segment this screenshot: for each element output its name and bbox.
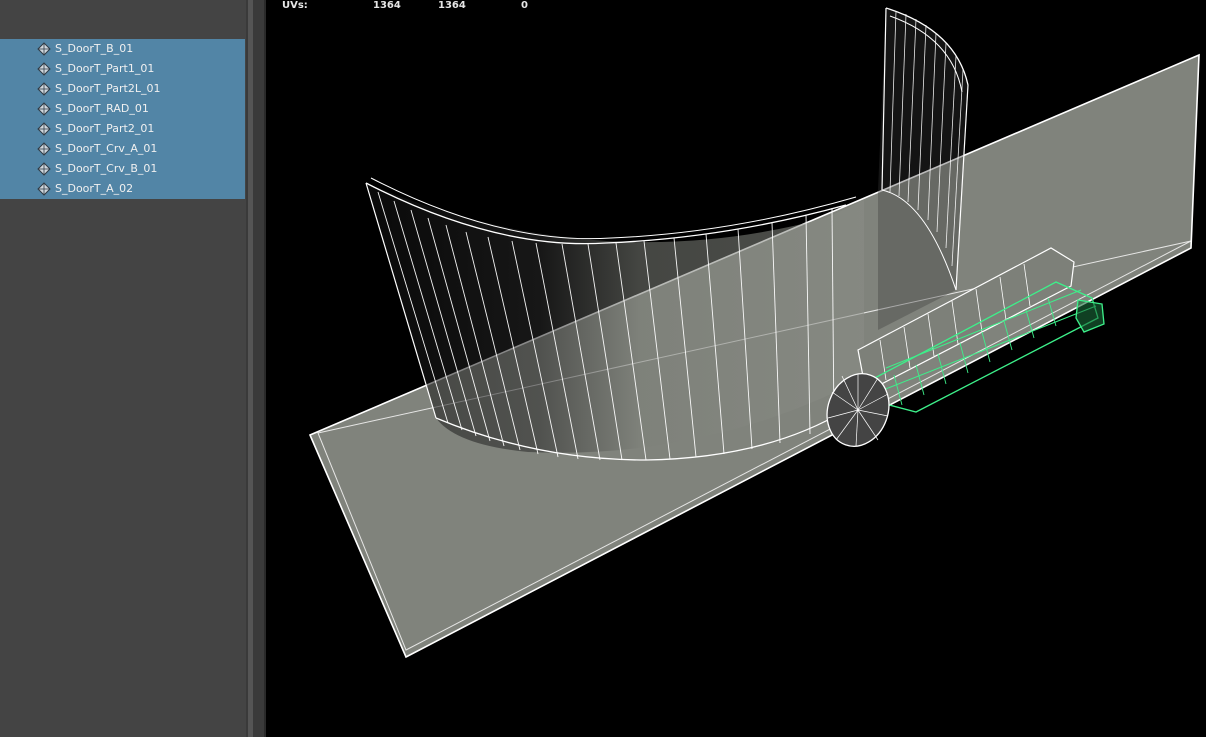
outliner-item[interactable]: S_DoorT_Crv_A_01 bbox=[0, 139, 245, 159]
outliner-item-label: S_DoorT_Crv_A_01 bbox=[55, 142, 158, 155]
mesh-icon bbox=[37, 82, 51, 96]
scene-render bbox=[308, 7, 1200, 659]
outliner-top-area bbox=[0, 0, 246, 39]
outliner-item-label: S_DoorT_Part2_01 bbox=[55, 122, 155, 135]
outliner-item-label: S_DoorT_Crv_B_01 bbox=[55, 162, 158, 175]
outliner-item-label: S_DoorT_Part1_01 bbox=[55, 62, 155, 75]
mesh-icon bbox=[37, 122, 51, 136]
outliner-item[interactable]: S_DoorT_Part2L_01 bbox=[0, 79, 245, 99]
mesh-icon bbox=[37, 182, 51, 196]
mesh-icon bbox=[37, 142, 51, 156]
mesh-icon bbox=[37, 102, 51, 116]
outliner-panel: S_DoorT_B_01 S_DoorT_Part1_01 S_DoorT_Pa… bbox=[0, 0, 246, 737]
panel-splitter[interactable] bbox=[246, 0, 266, 737]
outliner-item-label: S_DoorT_Part2L_01 bbox=[55, 82, 161, 95]
splitter-handle[interactable] bbox=[248, 0, 253, 737]
mesh-icon bbox=[37, 42, 51, 56]
outliner-item-label: S_DoorT_B_01 bbox=[55, 42, 134, 55]
outliner-list: S_DoorT_B_01 S_DoorT_Part1_01 S_DoorT_Pa… bbox=[0, 39, 245, 199]
3d-viewport[interactable]: UVs: 1364 1364 0 bbox=[266, 0, 1206, 737]
outliner-item-label: S_DoorT_RAD_01 bbox=[55, 102, 149, 115]
mesh-icon bbox=[37, 62, 51, 76]
tall-wall-piece bbox=[878, 7, 969, 330]
outliner-item[interactable]: S_DoorT_Part1_01 bbox=[0, 59, 245, 79]
outliner-item-label: S_DoorT_A_02 bbox=[55, 182, 134, 195]
outliner-item[interactable]: S_DoorT_Part2_01 bbox=[0, 119, 245, 139]
outliner-item[interactable]: S_DoorT_RAD_01 bbox=[0, 99, 245, 119]
outliner-item[interactable]: S_DoorT_A_02 bbox=[0, 179, 245, 199]
outliner-item[interactable]: S_DoorT_Crv_B_01 bbox=[0, 159, 245, 179]
outliner-item[interactable]: S_DoorT_B_01 bbox=[0, 39, 245, 59]
mesh-icon bbox=[37, 162, 51, 176]
